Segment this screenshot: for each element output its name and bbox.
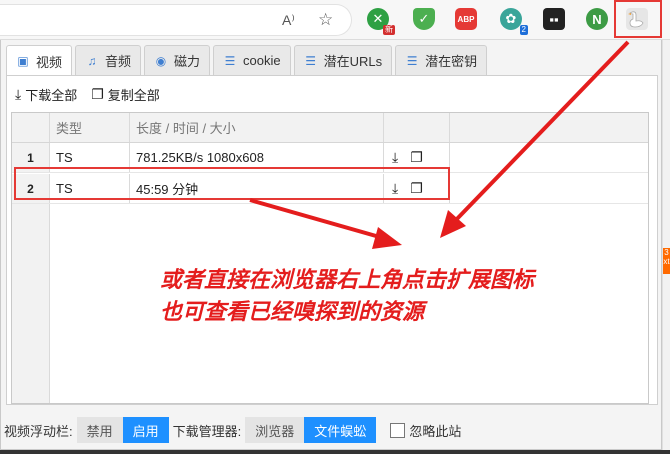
file-centipede-button[interactable]: 文件蜈蚣: [304, 417, 377, 443]
tab-label: cookie: [243, 53, 281, 68]
ignore-site-label: 忽略此站: [409, 423, 462, 439]
save-icon: ▣: [17, 54, 29, 68]
copy-all-label: 复制全部: [107, 87, 160, 103]
action-bar: ⤓ 下载全部 ❐ 复制全部: [15, 84, 160, 104]
annotation-line-1: 或者直接在浏览器右上角点击扩展图标: [160, 268, 535, 293]
page-edge: [662, 40, 670, 454]
copy-icon[interactable]: ❐: [410, 149, 423, 166]
document-icon: ☰: [406, 53, 418, 68]
extension-green-icon[interactable]: ✕ 新: [367, 8, 395, 35]
tab-label: 潜在密钥: [425, 54, 478, 69]
tab-potential-keys[interactable]: ☰ 潜在密钥: [395, 45, 488, 75]
extension-highlight-box: [614, 0, 662, 38]
annotation-text: 或者直接在浏览器右上角点击扩展图标 也可查看已经嗅探到的资源: [160, 265, 640, 329]
download-manager-label: 下载管理器:: [172, 423, 242, 439]
tab-label: 磁力: [174, 54, 201, 69]
tab-audio[interactable]: ♫ 音频: [75, 45, 142, 75]
row-fill: [450, 143, 648, 172]
extension-n-icon[interactable]: N: [586, 8, 608, 30]
disable-float-bar-button[interactable]: 禁用: [76, 417, 123, 443]
header-info: 长度 / 时间 / 大小: [130, 113, 384, 142]
browser-downloader-button[interactable]: 浏览器: [245, 417, 305, 443]
extension-popup: ▣ 视频 ♫ 音频 ◉ 磁力 ☰ cookie ☰ 潜在URLs ☰ 潜在密钥 …: [0, 40, 662, 450]
download-all-label: 下载全部: [25, 87, 78, 103]
header-ops: [384, 113, 450, 142]
popup-footer: 视频浮动栏: 禁用 启用 下载管理器: 浏览器 文件蜈蚣 忽略此站: [4, 417, 461, 443]
copy-icon: ❐: [91, 86, 104, 102]
download-icon[interactable]: ⤓: [392, 149, 398, 166]
document-icon: ☰: [305, 53, 316, 68]
table-header: 类型 长度 / 时间 / 大小: [12, 113, 648, 143]
page-edge-badge: 3 xt: [663, 248, 670, 274]
enable-float-bar-button[interactable]: 启用: [122, 417, 169, 443]
download-icon: ⤓: [15, 86, 22, 102]
tab-label: 视频: [36, 54, 63, 70]
extension-globe-icon[interactable]: ✿ 2: [500, 8, 528, 35]
globe-icon: ◉: [155, 53, 167, 68]
row-number-gutter: [12, 204, 50, 403]
header-number: [12, 113, 50, 142]
annotation-line-2: 也可查看已经嗅探到的资源: [160, 300, 425, 325]
tab-potential-urls[interactable]: ☰ 潜在URLs: [293, 45, 393, 75]
resource-table: 类型 长度 / 时间 / 大小 1 TS 781.25KB/s 1080x608…: [11, 112, 649, 404]
adblock-plus-icon[interactable]: ABP: [455, 8, 477, 30]
favorite-add-icon[interactable]: ☆: [318, 10, 333, 30]
new-badge: 新: [383, 25, 395, 35]
tab-bar: ▣ 视频 ♫ 音频 ◉ 磁力 ☰ cookie ☰ 潜在URLs ☰ 潜在密钥: [6, 45, 490, 76]
ignore-site-checkbox[interactable]: [390, 422, 406, 438]
count-badge: 2: [519, 25, 528, 35]
tab-magnet[interactable]: ◉ 磁力: [144, 45, 211, 75]
tab-video[interactable]: ▣ 视频: [6, 45, 73, 76]
read-aloud-icon[interactable]: A⁾: [282, 12, 295, 29]
header-fill: [450, 113, 648, 142]
shield-check-icon[interactable]: ✓: [413, 8, 435, 30]
float-bar-label: 视频浮动栏:: [4, 423, 73, 439]
video-panel: ⤓ 下载全部 ❐ 复制全部 类型 长度 / 时间 / 大小 1 TS 781.2…: [6, 75, 658, 405]
header-type: 类型: [50, 113, 130, 142]
download-all-button[interactable]: ⤓ 下载全部: [15, 84, 77, 104]
copy-all-button[interactable]: ❐ 复制全部: [91, 84, 160, 104]
address-bar[interactable]: A⁾ ☆: [0, 4, 352, 36]
row-fill: [450, 174, 648, 203]
tab-cookie[interactable]: ☰ cookie: [213, 45, 291, 75]
extension-dark-icon[interactable]: ▪▪: [543, 8, 565, 30]
tab-label: 音频: [105, 54, 132, 69]
taskbar-edge: [0, 450, 670, 454]
row-highlight-box: [14, 167, 450, 200]
browser-toolbar: A⁾ ☆ ✕ 新 ✓ ABP ✿ 2 ▪▪ N: [0, 0, 670, 40]
tab-label: 潜在URLs: [323, 54, 383, 69]
music-note-icon: ♫: [87, 53, 97, 68]
document-icon: ☰: [224, 53, 236, 68]
